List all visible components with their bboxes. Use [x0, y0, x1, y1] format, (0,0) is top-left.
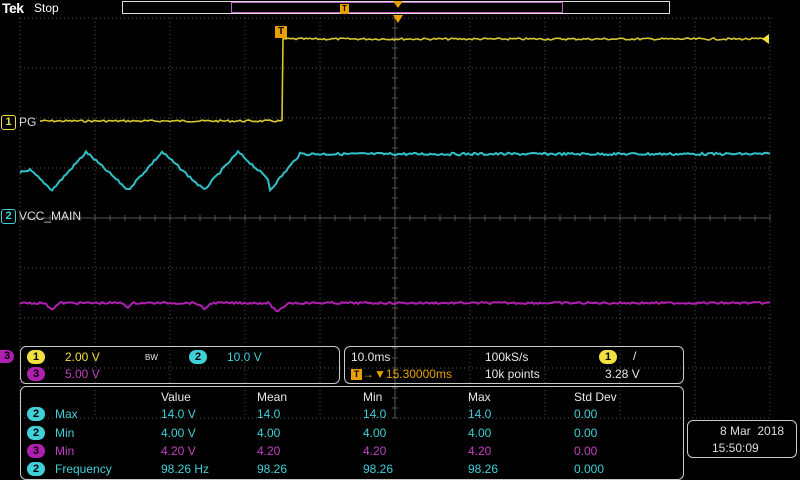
meas-name: Min — [55, 426, 75, 440]
oscilloscope-screen: Tek Stop T 1 PG 2 VCC_MAIN 3 T 1 2.00 V BW… — [0, 0, 800, 480]
ch2-scale[interactable]: 10.0 V — [227, 350, 262, 364]
trigger-position-value: 15.30000ms — [385, 367, 452, 381]
meas-name: Max — [55, 407, 78, 421]
meas-header-value: Value — [161, 390, 191, 404]
meas-max: 4.00 — [468, 426, 492, 440]
trigger-time-marker[interactable]: T — [275, 26, 287, 38]
meas-min: 4.00 — [363, 426, 387, 440]
meas-channel-badge: 2 — [27, 407, 45, 421]
ch3-badge: 3 — [0, 350, 14, 363]
vertical-settings-panel[interactable]: 1 2.00 V BW 2 10.0 V 3 5.00 V — [20, 346, 340, 384]
ch1-badge: 1 — [1, 115, 16, 130]
ch2-scale-badge[interactable]: 2 — [189, 350, 207, 364]
ch1-waveform — [39, 37, 769, 123]
date: 8 Mar 2018 — [720, 424, 785, 438]
meas-header-std-dev: Std Dev — [574, 390, 617, 404]
meas-value: 4.00 V — [161, 426, 196, 440]
sample-rate: 100kS/s — [485, 350, 529, 364]
meas-min: 98.26 — [363, 462, 394, 476]
meas-min: 14.0 — [363, 407, 387, 421]
meas-header-max: Max — [468, 390, 491, 404]
ch1-scale[interactable]: 2.00 V — [65, 350, 100, 364]
meas-channel-badge: 3 — [27, 444, 45, 458]
trigger-position-icon: T — [351, 369, 362, 381]
meas-name: Frequency — [55, 462, 112, 476]
meas-header-min: Min — [363, 390, 383, 404]
meas-value: 4.20 V — [161, 444, 196, 458]
ch2-ground-marker[interactable]: 2 VCC_MAIN — [1, 209, 82, 224]
time: 15:50:09 — [712, 441, 759, 455]
meas-channel-badge: 2 — [27, 426, 45, 440]
trigger-slope-icon[interactable]: / — [633, 349, 636, 363]
ch3-scale[interactable]: 5.00 V — [65, 367, 100, 381]
timebase[interactable]: 10.0ms — [351, 350, 390, 364]
meas-mean: 4.00 — [257, 426, 281, 440]
meas-std-dev: 0.00 — [574, 444, 598, 458]
ch2-badge: 2 — [1, 209, 16, 224]
record-length: 10k points — [485, 367, 540, 381]
horizontal-settings-panel[interactable]: 10.0ms 100kS/s T →▼15.30000ms 10k points … — [344, 346, 684, 384]
trigger-level-arrow-icon[interactable] — [762, 34, 769, 44]
meas-mean: 4.20 — [257, 444, 281, 458]
meas-std-dev: 0.00 — [574, 426, 598, 440]
meas-value: 14.0 V — [161, 407, 196, 421]
measurement-panel[interactable]: Value Mean Min Max Std Dev 2 Max 14.0 V … — [20, 386, 684, 480]
meas-channel-badge: 2 — [27, 462, 45, 476]
trigger-position[interactable]: T →▼15.30000ms — [351, 367, 452, 381]
ch1-ground-marker[interactable]: 1 PG — [1, 115, 37, 130]
meas-min: 4.20 — [363, 444, 387, 458]
meas-mean: 98.26 — [257, 462, 288, 476]
meas-value: 98.26 Hz — [161, 462, 210, 476]
trigger-point-arrow-icon — [393, 15, 403, 23]
meas-header-mean: Mean — [257, 390, 288, 404]
ch1-scale-badge[interactable]: 1 — [27, 350, 45, 364]
trigger-level[interactable]: 3.28 V — [605, 367, 640, 381]
ch3-scale-badge[interactable]: 3 — [27, 367, 45, 381]
meas-max: 14.0 — [468, 407, 492, 421]
meas-mean: 14.0 — [257, 407, 281, 421]
ch2-label: VCC_MAIN — [19, 209, 82, 223]
meas-max: 4.20 — [468, 444, 492, 458]
datetime-panel[interactable]: 8 Mar 2018 15:50:09 — [687, 420, 797, 458]
bandwidth-limit-flag: BW — [145, 353, 158, 362]
ch1-label: PG — [19, 115, 37, 129]
meas-max: 98.26 — [468, 462, 499, 476]
meas-std-dev: 0.00 — [574, 407, 598, 421]
trigger-source-badge[interactable]: 1 — [599, 350, 617, 364]
ch3-ground-marker[interactable]: 3 — [0, 350, 16, 364]
meas-std-dev: 0.000 — [574, 462, 605, 476]
meas-name: Min — [55, 444, 75, 458]
